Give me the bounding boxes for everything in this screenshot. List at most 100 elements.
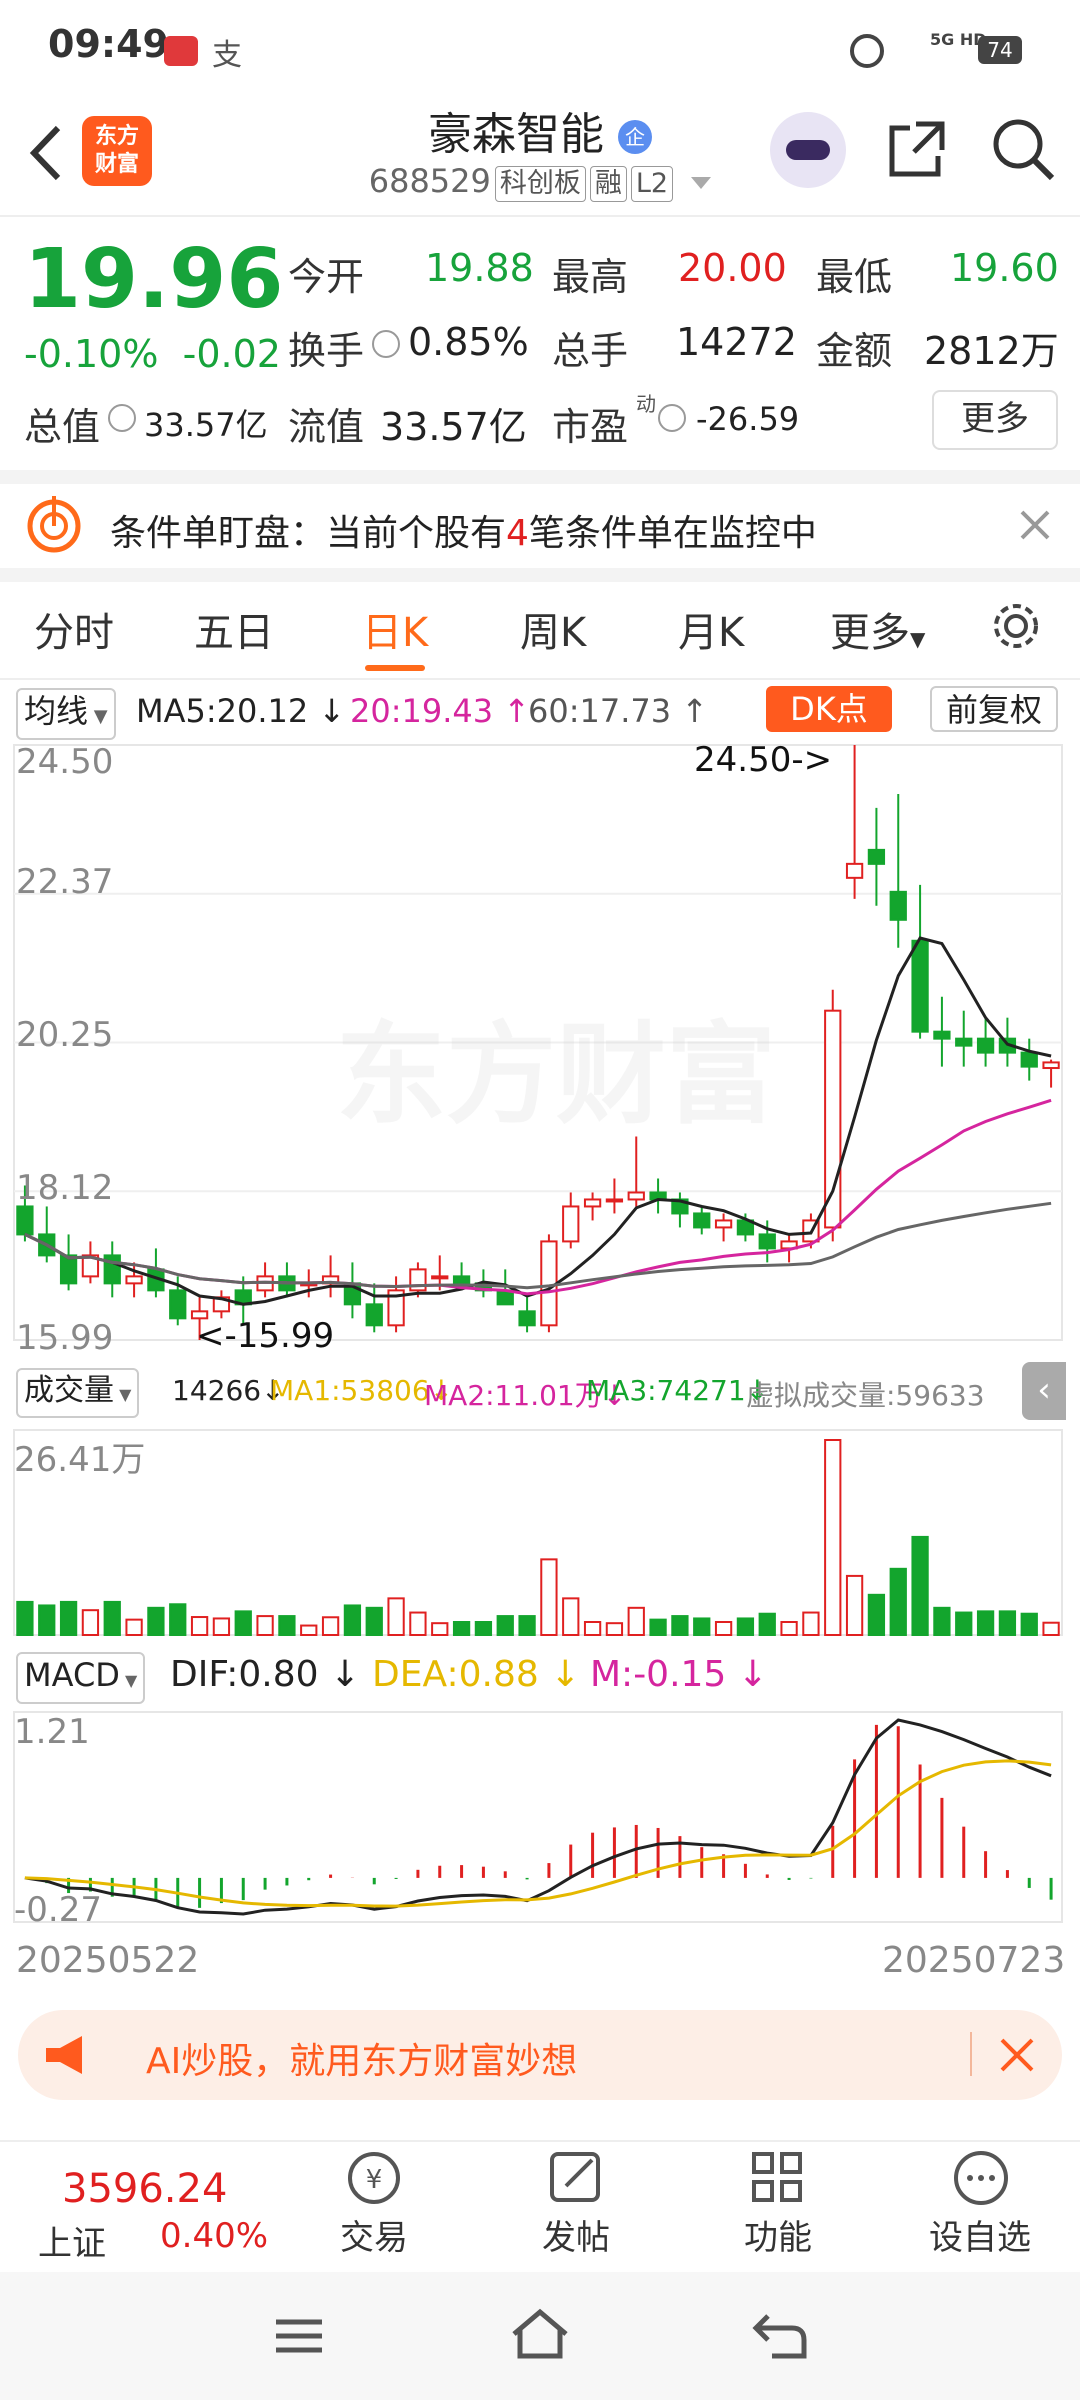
tab-five-day[interactable]: 五日 <box>194 600 274 658</box>
collapse-panel-button[interactable]: ‹ <box>1022 1362 1066 1420</box>
volume-bar <box>671 1615 689 1637</box>
y-label-max: 24.50 <box>16 742 114 782</box>
candle-body <box>824 1009 842 1229</box>
candle-body <box>955 1037 973 1047</box>
open-value: 19.88 <box>425 246 534 290</box>
info-icon[interactable] <box>372 330 400 358</box>
header-divider <box>0 215 1080 217</box>
status-bar: 09:49 支 5G HD 74 <box>0 0 1080 100</box>
trade-icon[interactable]: ¥ <box>342 2148 406 2208</box>
home-icon[interactable] <box>510 2308 570 2362</box>
macd-select-label: MACD <box>24 1656 120 1694</box>
volume-bar <box>300 1624 318 1637</box>
volume-bar <box>627 1606 645 1636</box>
volume-label: 总手 <box>552 329 629 373</box>
caret-down-icon[interactable] <box>691 177 712 189</box>
volume-bar <box>955 1611 973 1637</box>
post-icon[interactable] <box>546 2148 606 2208</box>
nav-functions[interactable]: 功能 <box>718 2210 838 2259</box>
close-icon[interactable] <box>1018 508 1052 542</box>
share-button[interactable] <box>886 118 948 184</box>
ai-promo-banner[interactable]: AI炒股，就用东方财富妙想 <box>18 2010 1062 2100</box>
battery-icon: 74 <box>978 36 1022 64</box>
tab-more[interactable]: 更多▼ <box>830 600 925 658</box>
back-nav-icon[interactable] <box>752 2312 808 2360</box>
high-label: 最高 <box>552 255 629 299</box>
gear-icon[interactable] <box>988 598 1044 654</box>
info-icon[interactable] <box>658 404 686 432</box>
index-value[interactable]: 3596.24 <box>62 2166 227 2212</box>
change-amount: -0.02 <box>182 332 281 376</box>
candle-body <box>16 1205 34 1236</box>
adjust-mode-button[interactable]: 前复权 <box>930 686 1058 732</box>
low-label: 最低 <box>816 255 893 299</box>
ma20-value: 20:19.43 ↑ <box>350 692 531 730</box>
candle-body <box>431 1275 449 1280</box>
notice-prefix: 条件单盯盘：当前个股有 <box>110 513 507 554</box>
volume-indicator-select[interactable]: 成交量 ▼ <box>16 1368 140 1418</box>
ma-indicator-select[interactable]: 均线 ▼ <box>16 688 116 740</box>
functions-icon[interactable] <box>748 2148 808 2208</box>
volume-bar <box>736 1617 755 1636</box>
info-icon[interactable] <box>108 404 136 432</box>
volume-bar <box>169 1603 187 1636</box>
candle-body <box>758 1233 776 1250</box>
svg-text:¥: ¥ <box>366 2165 383 2195</box>
index-name[interactable]: 上证 <box>38 2216 106 2265</box>
volume-bar <box>583 1621 602 1636</box>
stock-code: 688529 <box>368 162 491 200</box>
date-end: 20250723 <box>882 1940 1066 1981</box>
volume-bar <box>190 1616 209 1636</box>
y-label: 22.37 <box>16 862 114 902</box>
robot-avatar[interactable] <box>770 112 846 188</box>
condition-order-notice[interactable]: 条件单盯盘：当前个股有4笔条件单在监控中 <box>0 484 1080 568</box>
more-dots-icon[interactable] <box>950 2148 1012 2208</box>
ma60-value: 60:17.73 ↑ <box>528 692 709 730</box>
search-button[interactable] <box>990 116 1056 186</box>
change-percent: -0.10% <box>24 332 159 376</box>
close-icon[interactable] <box>998 2036 1036 2074</box>
volume-bar <box>321 1616 340 1636</box>
tab-monthly-k[interactable]: 月K <box>678 600 744 658</box>
more-quote-button[interactable]: 更多 <box>932 390 1058 450</box>
enterprise-badge: 企 <box>618 120 652 154</box>
nav-add-watchlist[interactable]: 设自选 <box>920 2210 1040 2259</box>
min-price-annotation: <-15.99 <box>196 1316 335 1356</box>
dk-point-button[interactable]: DK点 <box>766 686 892 732</box>
caret-down-icon: ▼ <box>88 706 108 727</box>
tag-board: 科创板 <box>494 166 586 202</box>
tab-weekly-k[interactable]: 周K <box>520 600 586 658</box>
nav-trade[interactable]: 交易 <box>314 2210 434 2259</box>
current-price: 19.96 <box>24 232 284 327</box>
index-change[interactable]: 0.40% <box>160 2216 268 2256</box>
volume-bar <box>802 1611 820 1637</box>
volume-bar <box>933 1606 951 1636</box>
volume-bar <box>387 1597 405 1636</box>
candle-body <box>562 1205 580 1243</box>
tag-margin: 融 <box>589 166 627 202</box>
menu-icon[interactable] <box>274 2316 324 2356</box>
candle-body <box>845 862 864 879</box>
tab-daily-k[interactable]: 日K <box>362 600 428 658</box>
volume-bar <box>147 1606 165 1636</box>
volume-bar <box>409 1611 427 1637</box>
alipay-icon: 支 <box>212 38 242 73</box>
volume-bar <box>845 1574 864 1636</box>
caret-down-icon: ▼ <box>114 1385 132 1404</box>
macd-indicator-select[interactable]: MACD ▼ <box>16 1652 146 1704</box>
macd-m: M:-0.15 ↓ <box>590 1654 768 1695</box>
volume-bar <box>496 1615 514 1637</box>
volume-ma3: MA3:74271↓ <box>586 1374 770 1407</box>
watermark: 东方财富 <box>336 1011 776 1139</box>
candle-body <box>693 1212 711 1229</box>
volume-chart <box>13 1429 1063 1637</box>
battery-level: 74 <box>987 38 1013 62</box>
candle-body <box>933 1030 951 1040</box>
nav-post[interactable]: 发帖 <box>516 2210 636 2259</box>
candle-body <box>627 1191 645 1201</box>
amount-value: 2812万 <box>924 329 1059 373</box>
volume-bar <box>758 1612 776 1637</box>
volume-bar <box>59 1600 78 1636</box>
share-icon <box>889 121 945 177</box>
tab-intraday[interactable]: 分时 <box>34 600 114 658</box>
